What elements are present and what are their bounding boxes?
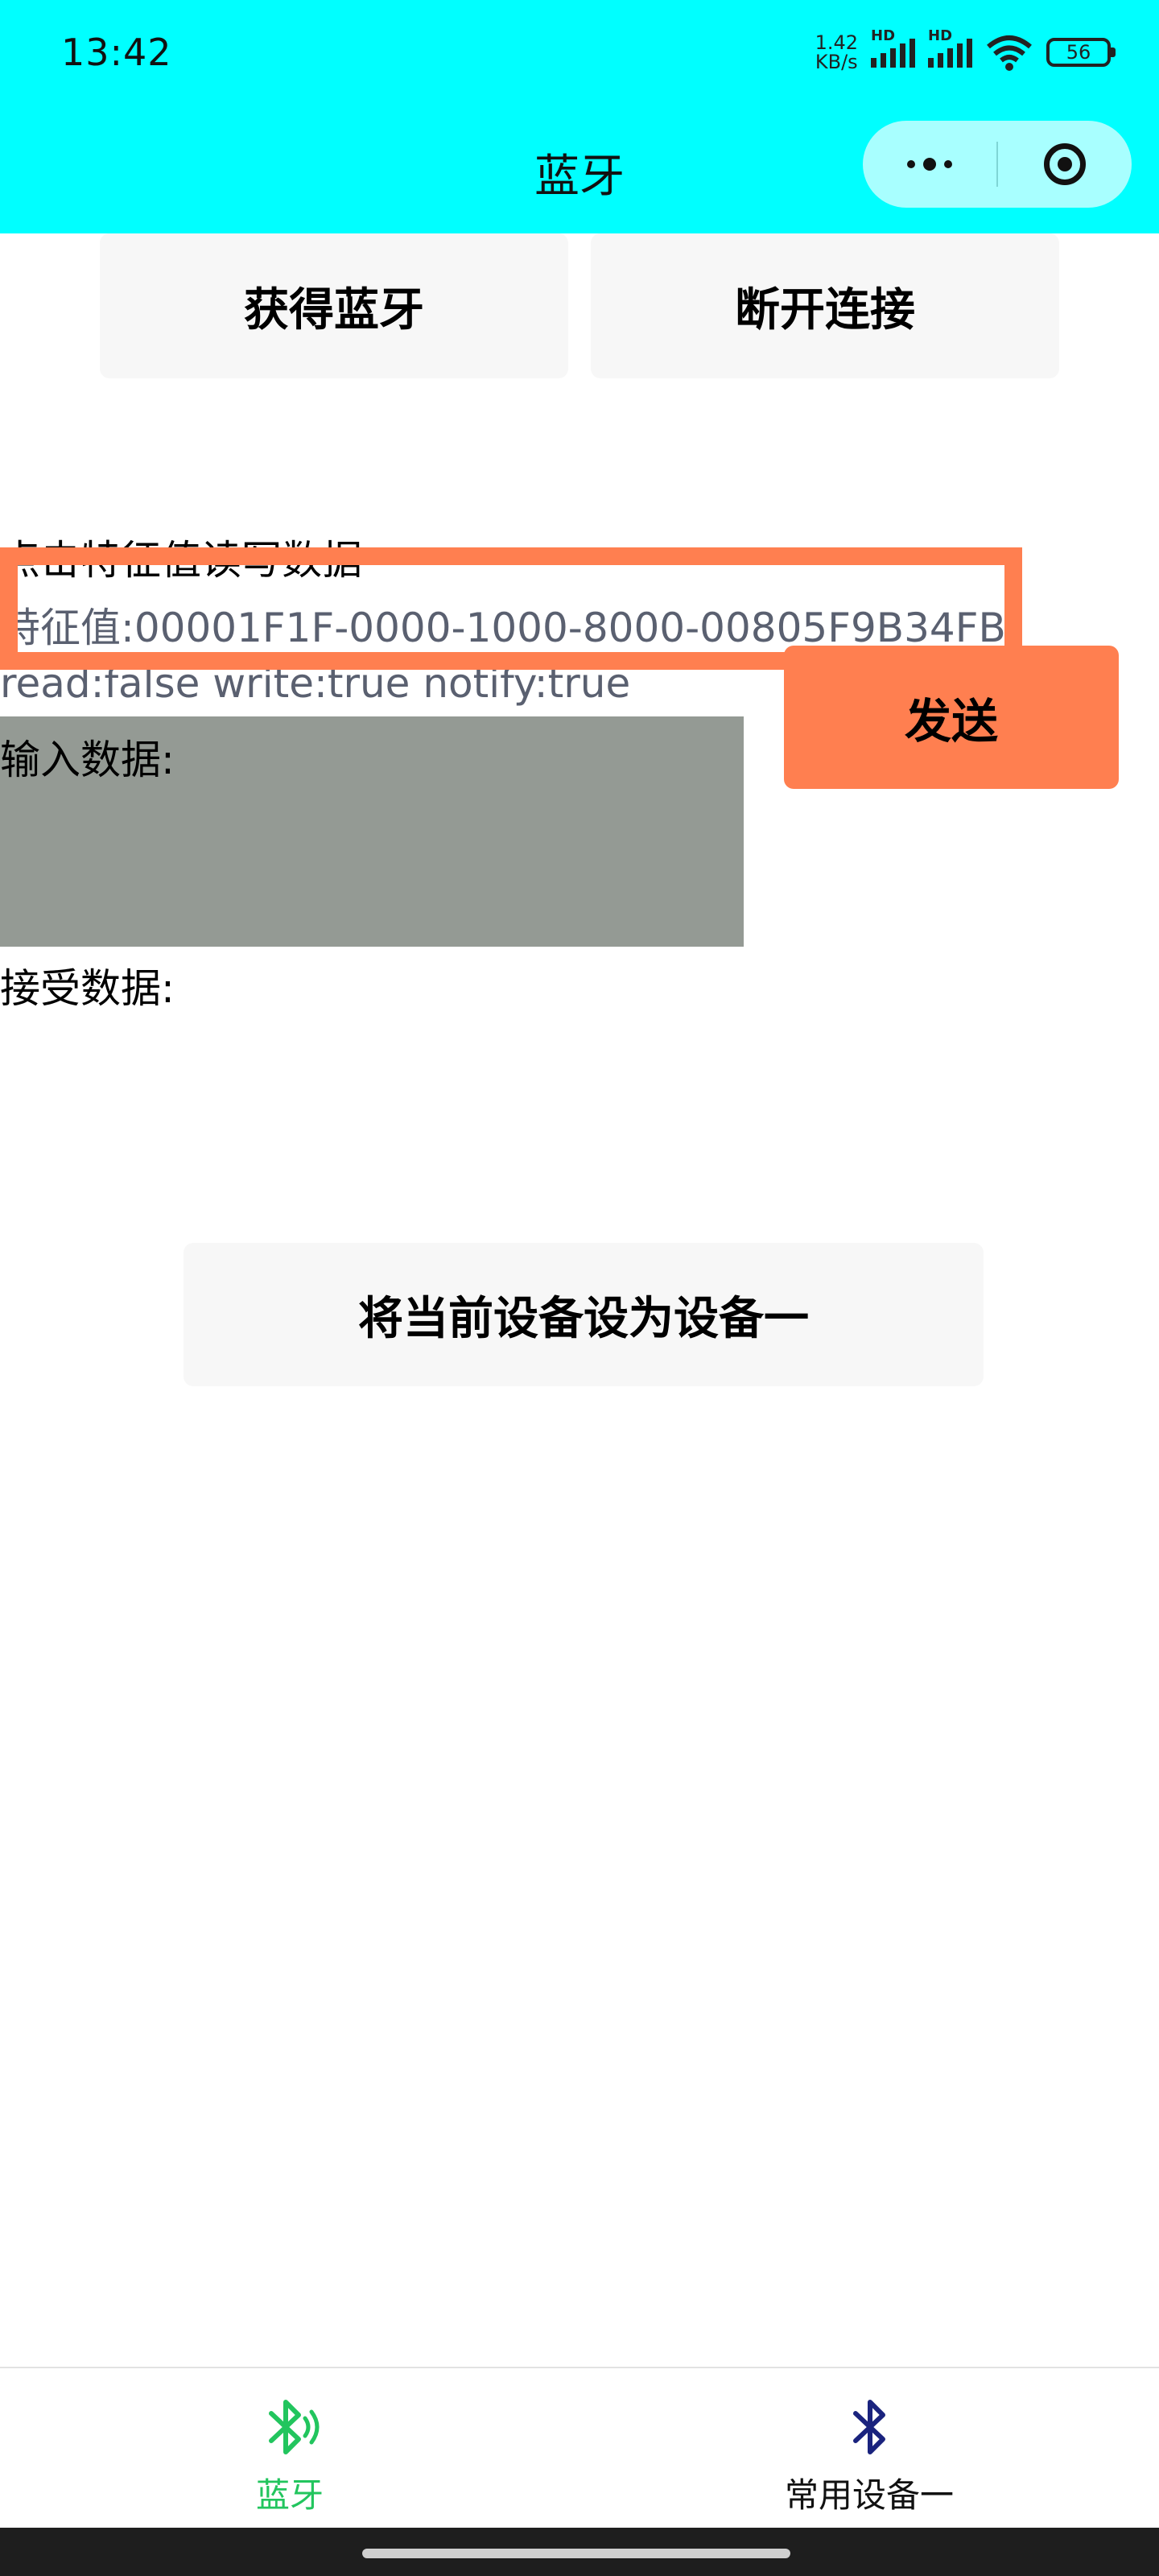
more-button[interactable] xyxy=(863,121,996,208)
nav-bar: 蓝牙 xyxy=(0,113,1159,233)
battery-icon: 56 xyxy=(1046,38,1116,67)
tab-label: 常用设备一 xyxy=(784,2475,954,2515)
send-button[interactable]: 发送 xyxy=(784,646,1119,789)
tab-label: 蓝牙 xyxy=(255,2475,324,2515)
home-indicator-bar xyxy=(0,2528,1159,2576)
status-icons: 1.42 KB/s HD HD 56 xyxy=(815,24,1116,80)
tab-bar: 蓝牙 常用设备一 xyxy=(0,2367,1159,2529)
disconnect-button[interactable]: 断开连接 xyxy=(591,233,1059,378)
wifi-icon xyxy=(987,35,1032,71)
mini-program-capsule xyxy=(863,121,1132,208)
more-icon xyxy=(907,158,952,171)
receive-label: 接受数据: xyxy=(0,965,175,1012)
signal-icon-2: HD xyxy=(928,27,972,68)
get-bluetooth-button[interactable]: 获得蓝牙 xyxy=(100,233,568,378)
input-label: 输入数据: xyxy=(0,737,175,783)
bluetooth-icon xyxy=(269,2400,320,2454)
status-time: 13:42 xyxy=(61,31,172,74)
status-bar: 13:42 1.42 KB/s HD HD 56 xyxy=(0,0,1159,113)
close-button[interactable] xyxy=(998,121,1132,208)
target-icon xyxy=(1044,143,1086,185)
set-device-one-button[interactable]: 将当前设备设为设备一 xyxy=(184,1243,984,1386)
tab-device-one[interactable]: 常用设备一 xyxy=(580,2368,1159,2529)
tab-bluetooth[interactable]: 蓝牙 xyxy=(0,2368,580,2529)
bluetooth-icon xyxy=(853,2400,885,2454)
home-indicator[interactable] xyxy=(362,2549,790,2558)
net-speed: 1.42 KB/s xyxy=(815,31,858,73)
signal-icon: HD xyxy=(871,27,915,68)
